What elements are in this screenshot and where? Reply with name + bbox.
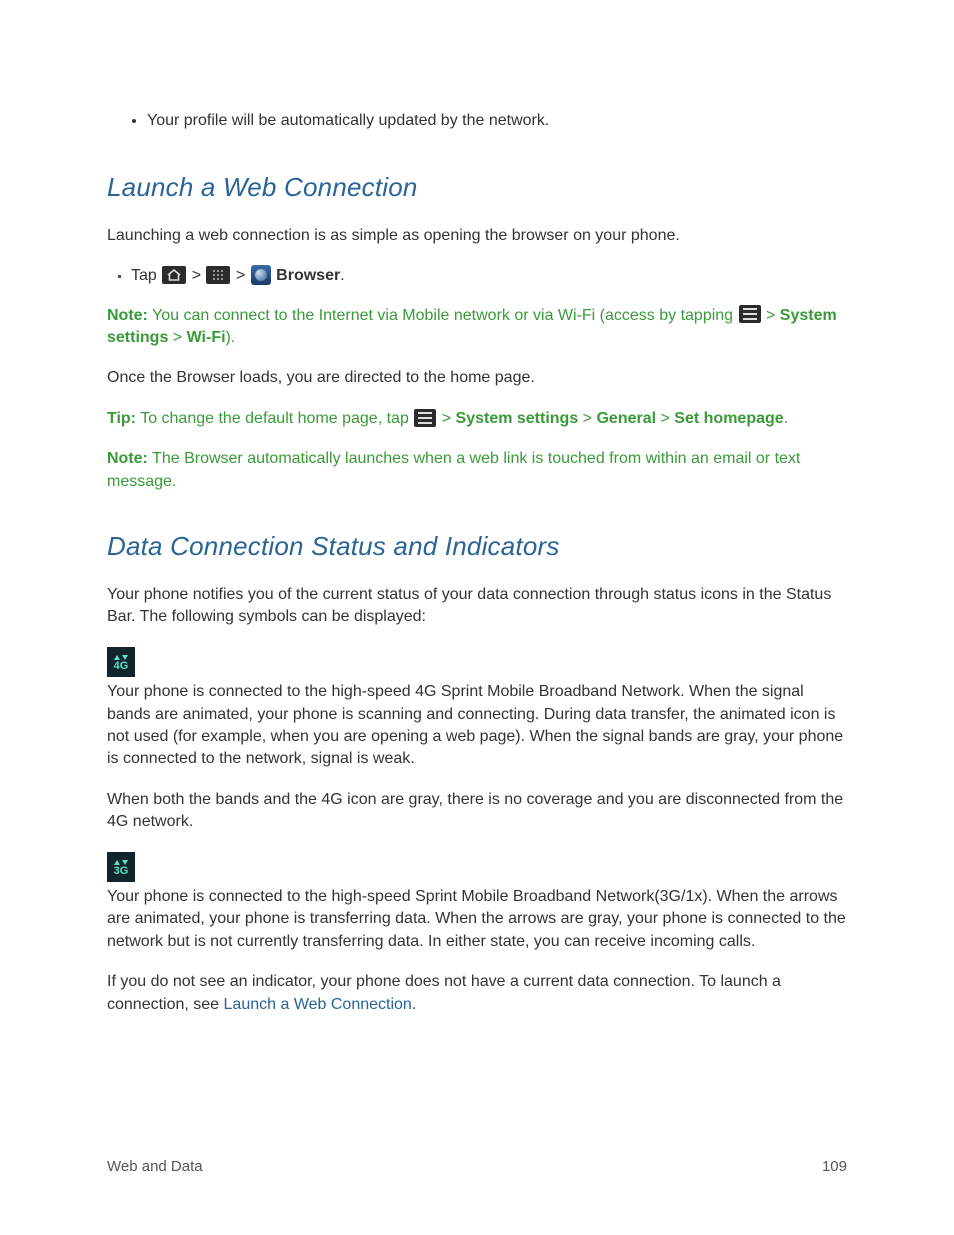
page-footer: Web and Data 109 (107, 1158, 847, 1175)
note-internet: Note: You can connect to the Internet vi… (107, 305, 847, 350)
note-text: The Browser automatically launches when … (107, 450, 800, 489)
period: . (340, 267, 344, 284)
note-label: Note: (107, 307, 148, 324)
status-4g-block: 4G (107, 647, 847, 678)
paragraph: Your phone is connected to the high-spee… (107, 681, 847, 771)
status-4g-icon: 4G (107, 647, 135, 677)
browser-label: Browser (272, 267, 340, 284)
separator: > (187, 267, 205, 284)
note-label: Note: (107, 450, 148, 467)
tap-list: Tap > > Browser. (131, 265, 847, 287)
general-text: General (596, 410, 656, 427)
wifi-text: Wi-Fi (187, 329, 226, 346)
heading-data-status: Data Connection Status and Indicators (107, 531, 847, 562)
note-autolaunch: Note: The Browser automatically launches… (107, 448, 847, 493)
browser-icon (251, 265, 271, 285)
apps-grid-icon (206, 266, 230, 284)
menu-icon (739, 305, 761, 323)
tip-text: To change the default home page, tap (136, 410, 413, 427)
tap-text: Tap (131, 267, 161, 284)
system-settings-text: System settings (456, 410, 579, 427)
separator: > (656, 410, 674, 427)
close-paren: ). (226, 329, 236, 346)
tap-instruction: Tap > > Browser. (131, 265, 847, 287)
status-3g-label: 3G (114, 866, 129, 877)
paragraph: When both the bands and the 4G icon are … (107, 789, 847, 834)
tip-homepage: Tip: To change the default home page, ta… (107, 408, 847, 430)
footer-section: Web and Data (107, 1158, 203, 1175)
menu-icon (414, 409, 436, 427)
status-4g-label: 4G (114, 661, 129, 672)
separator: > (168, 329, 186, 346)
page: Your profile will be automatically updat… (0, 0, 954, 1235)
paragraph: If you do not see an indicator, your pho… (107, 971, 847, 1016)
intro-list: Your profile will be automatically updat… (147, 110, 847, 132)
paragraph: Once the Browser loads, you are directed… (107, 367, 847, 389)
set-homepage-text: Set homepage (674, 410, 783, 427)
note-text: You can connect to the Internet via Mobi… (148, 307, 738, 324)
paragraph: Your phone notifies you of the current s… (107, 584, 847, 629)
intro-bullet: Your profile will be automatically updat… (147, 110, 847, 132)
launch-web-link[interactable]: Launch a Web Connection (224, 996, 412, 1013)
separator: > (762, 307, 780, 324)
text: If you do not see an indicator, your pho… (107, 973, 781, 1012)
separator: > (231, 267, 249, 284)
status-3g-icon: 3G (107, 852, 135, 882)
status-3g-block: 3G (107, 852, 847, 883)
period: . (784, 410, 788, 427)
heading-launch-web: Launch a Web Connection (107, 172, 847, 203)
paragraph: Launching a web connection is as simple … (107, 225, 847, 247)
text: . (412, 996, 416, 1013)
paragraph: Your phone is connected to the high-spee… (107, 886, 847, 953)
tip-label: Tip: (107, 410, 136, 427)
separator: > (437, 410, 455, 427)
page-number: 109 (822, 1158, 847, 1175)
home-icon (162, 266, 186, 284)
separator: > (578, 410, 596, 427)
